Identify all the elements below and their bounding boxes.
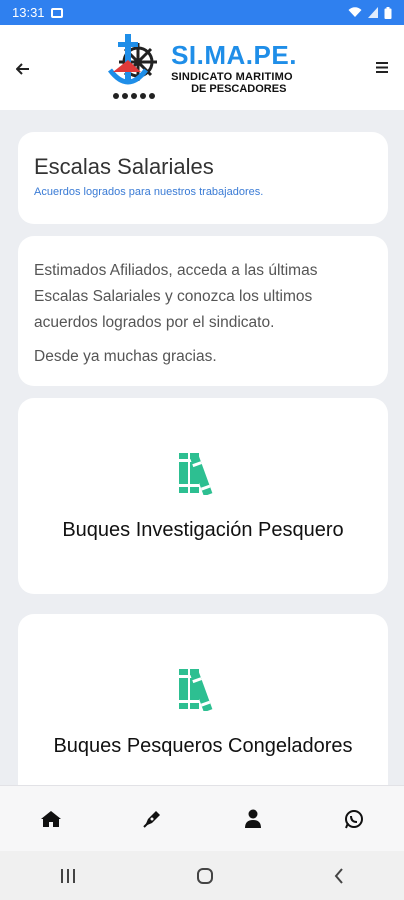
anchor-helm-logo-icon: [108, 33, 158, 99]
whatsapp-icon: [344, 810, 363, 829]
books-icon: [179, 668, 213, 711]
page-title: Escalas Salariales: [34, 154, 214, 179]
logo-line2: DE PESCADORES: [191, 83, 287, 95]
status-bar: 13:31: [0, 0, 404, 25]
tile-buques-congeladores[interactable]: Buques Pesqueros Congeladores: [18, 614, 388, 810]
app-header: SI.MA.PE. SINDICATO MARITIMO DE PESCADOR…: [0, 25, 404, 110]
back-chevron-icon[interactable]: [333, 867, 345, 884]
nav-home-button[interactable]: [31, 799, 71, 839]
user-icon: [244, 809, 261, 828]
recents-icon[interactable]: [59, 868, 77, 884]
nav-user-button[interactable]: [233, 799, 273, 839]
tile-label: Buques Pesqueros Congeladores: [53, 734, 353, 757]
logo-line1: SINDICATO MARITIMO: [171, 71, 293, 83]
message-card: Estimados Afiliados, acceda a las última…: [18, 236, 388, 386]
page-subtitle: Acuerdos logrados para nuestros trabajad…: [34, 186, 264, 198]
image-icon: [50, 7, 63, 18]
books-icon: [179, 452, 213, 495]
menu-button[interactable]: [358, 57, 388, 78]
tile-label: Buques Investigación Pesquero: [62, 518, 344, 541]
nav-whatsapp-button[interactable]: [334, 799, 374, 839]
system-nav-bar: [0, 851, 404, 900]
nav-pen-button[interactable]: [132, 799, 172, 839]
message-paragraph-2: Desde ya muchas gracias.: [34, 348, 217, 365]
pen-icon: [142, 811, 160, 828]
bottom-nav: [0, 785, 404, 852]
home-icon: [40, 811, 61, 827]
logo-brand: SI.MA.PE.: [171, 40, 297, 70]
home-circle-icon[interactable]: [196, 867, 214, 885]
title-card: Escalas Salariales Acuerdos logrados par…: [18, 132, 388, 224]
arrow-left-icon: [15, 62, 29, 75]
back-button[interactable]: [15, 55, 46, 81]
hamburger-menu-icon: [375, 62, 388, 73]
wifi-icon: [348, 7, 362, 17]
tile-buques-investigacion[interactable]: Buques Investigación Pesquero: [18, 398, 388, 594]
signal-icon: [368, 7, 378, 18]
message-paragraph-1: Estimados Afiliados, acceda a las última…: [34, 262, 318, 331]
status-time: 13:31: [12, 5, 45, 20]
battery-icon: [384, 6, 392, 19]
simape-logo: SI.MA.PE. SINDICATO MARITIMO DE PESCADOR…: [107, 32, 297, 104]
